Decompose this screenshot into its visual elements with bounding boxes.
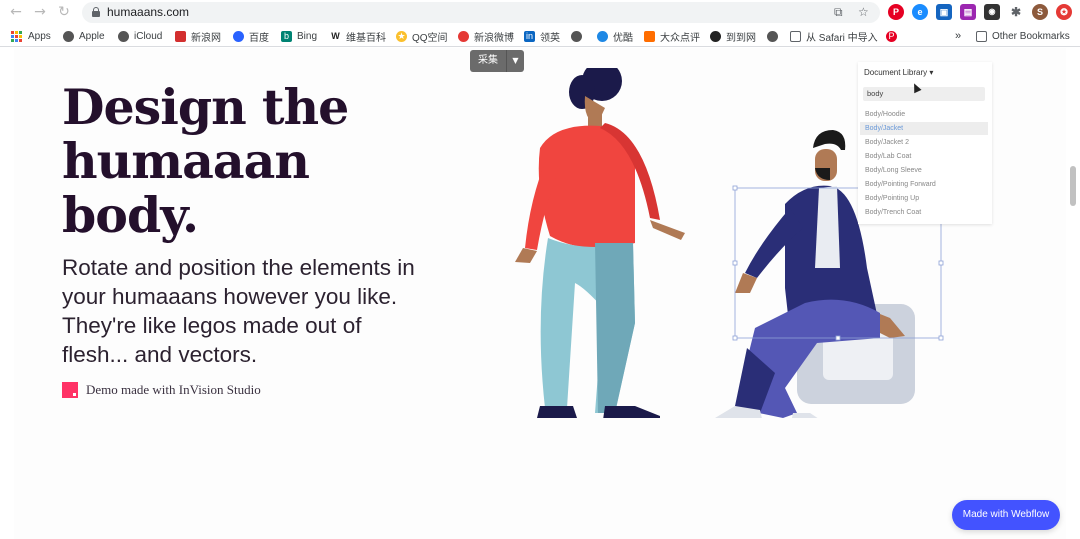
- bookmark-youku[interactable]: 优酷: [597, 29, 633, 44]
- sina-icon: [175, 30, 186, 42]
- page-scrollbar[interactable]: [1070, 166, 1076, 206]
- library-item-selected[interactable]: Body/Jacket: [860, 122, 988, 135]
- bookmark-apple[interactable]: Apple: [63, 29, 105, 43]
- qzone-star-icon: ★: [396, 30, 407, 42]
- bookmark-globe[interactable]: [571, 29, 587, 43]
- puzzle-extensions-icon[interactable]: ✱: [1008, 4, 1024, 20]
- bookmarks-overflow[interactable]: »: [955, 29, 961, 43]
- address-bar[interactable]: humaaans.com ⧉ ☆: [82, 2, 880, 23]
- profile-avatar[interactable]: S: [1032, 4, 1048, 20]
- library-item[interactable]: Body/Pointing Up: [860, 192, 988, 205]
- bookmark-wikipedia[interactable]: W 维基百科: [330, 29, 386, 44]
- weibo-icon: [458, 30, 469, 42]
- library-item[interactable]: Body/Hoodie: [860, 108, 988, 121]
- document-library-title[interactable]: Document Library ▾: [864, 68, 933, 77]
- folder-icon: [976, 30, 987, 42]
- pinterest-icon: P: [886, 30, 897, 42]
- bookmark-bing[interactable]: b Bing: [281, 29, 317, 43]
- bookmark-linkedin[interactable]: in 领英: [524, 29, 560, 44]
- apple-icon: [63, 30, 74, 42]
- woman-figure: [515, 68, 685, 418]
- lock-icon: [92, 7, 100, 17]
- star-icon[interactable]: ☆: [858, 5, 869, 19]
- extension-blue-icon[interactable]: e: [912, 4, 928, 20]
- bookmark-weibo[interactable]: 新浪微博: [458, 29, 514, 44]
- bookmarks-bar: Apps Apple iCloud 新浪网 百度 b Bing W 维基百科 ★ QQ…: [0, 25, 1080, 47]
- bookmark-sina[interactable]: 新浪网: [175, 29, 221, 44]
- back-arrow-icon[interactable]: ←: [7, 3, 25, 21]
- bookmark-pinterest[interactable]: P: [886, 29, 902, 43]
- apps-grid-icon: [11, 30, 22, 42]
- bing-icon: b: [281, 30, 292, 42]
- invision-logo-icon: [62, 382, 78, 398]
- bookmark-qzone[interactable]: ★ QQ空间: [396, 29, 448, 44]
- folder-icon: [790, 30, 801, 42]
- library-item[interactable]: Body/Pointing Forward: [860, 178, 988, 191]
- url-text[interactable]: humaaans.com: [107, 5, 189, 19]
- glasses-extension-icon[interactable]: ◉: [984, 4, 1000, 20]
- browser-toolbar: ← → ↻ humaaans.com ⧉ ☆ P e ▣ ▤ ◉ ✱ S ✪: [0, 0, 1080, 25]
- other-bookmarks[interactable]: Other Bookmarks: [976, 29, 1070, 43]
- library-item[interactable]: Body/Lab Coat: [860, 150, 988, 163]
- extension-box-icon[interactable]: ▣: [936, 4, 952, 20]
- globe-icon: [767, 30, 778, 42]
- forward-arrow-icon[interactable]: →: [31, 3, 49, 21]
- bookmark-safari-import[interactable]: 从 Safari 中导入: [790, 29, 878, 44]
- bookmark-globe-2[interactable]: [767, 29, 783, 43]
- extension-purple-icon[interactable]: ▤: [960, 4, 976, 20]
- library-item[interactable]: Body/Long Sleeve: [860, 164, 988, 177]
- made-with-webflow-badge[interactable]: Made with Webflow: [952, 500, 1060, 530]
- youku-icon: [597, 30, 608, 42]
- pinterest-extension-icon[interactable]: P: [888, 4, 904, 20]
- translate-icon[interactable]: ⧉: [834, 5, 843, 20]
- bookmark-baidu[interactable]: 百度: [233, 29, 269, 44]
- document-library-panel: Document Library ▾ body Body/Hoodie Body…: [858, 62, 992, 224]
- apple-icon: [118, 30, 129, 42]
- bookmark-icloud[interactable]: iCloud: [118, 29, 162, 43]
- tripadvisor-owl-icon: [710, 30, 721, 42]
- document-library-search[interactable]: body: [863, 87, 985, 101]
- hero-subtitle: Rotate and position the elements in your…: [62, 255, 415, 367]
- bookmark-tripadvisor[interactable]: 到到网: [710, 29, 756, 44]
- globe-icon: [571, 30, 582, 42]
- wikipedia-icon: W: [330, 30, 341, 42]
- library-item[interactable]: Body/Jacket 2: [860, 136, 988, 149]
- page-content: 采集 ▼ Design the humaaan body. Rotate and…: [0, 48, 1080, 539]
- bookmark-dianping[interactable]: 大众点评: [644, 29, 700, 44]
- hero-title: Design the humaaan body.: [62, 78, 349, 244]
- extension-red-icon[interactable]: ✪: [1056, 4, 1072, 20]
- linkedin-icon: in: [524, 30, 535, 42]
- reload-icon[interactable]: ↻: [55, 3, 73, 21]
- library-item[interactable]: Body/Trench Coat: [860, 206, 988, 219]
- bookmark-apps[interactable]: Apps: [11, 29, 51, 43]
- invision-credit[interactable]: Demo made with InVision Studio: [62, 382, 261, 398]
- baidu-paw-icon: [233, 30, 244, 42]
- dianping-icon: [644, 30, 655, 42]
